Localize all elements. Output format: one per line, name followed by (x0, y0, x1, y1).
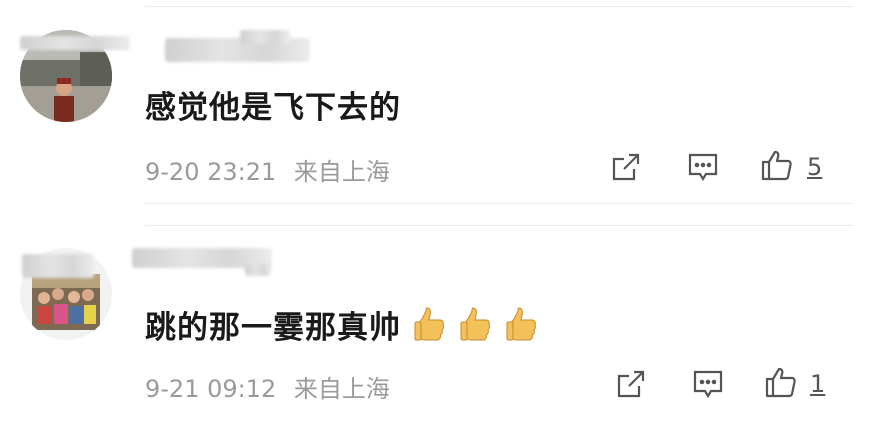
thumbs-up-emoji (459, 306, 493, 346)
thumbs-up-emoji (413, 306, 447, 346)
comment-item: 感觉他是飞下去的 9-20 23:21 来自上海 5 (0, 0, 886, 200)
username-redacted (240, 30, 290, 44)
username-redacted (20, 36, 130, 50)
timestamp: 9-20 23:21 (145, 158, 277, 186)
comment-text: 感觉他是飞下去的 (145, 90, 401, 126)
comment-icon[interactable] (691, 367, 725, 401)
username-redacted (22, 254, 94, 278)
comment-meta: 9-20 23:21 来自上海 (145, 152, 400, 187)
like-count[interactable]: 5 (807, 153, 822, 181)
like-icon[interactable] (764, 365, 798, 399)
location: 来自上海 (293, 375, 390, 403)
comment-divider (145, 225, 854, 226)
share-icon[interactable] (614, 367, 648, 401)
like-count[interactable]: 1 (810, 370, 825, 398)
thumbs-up-emoji (505, 306, 539, 346)
comment-icon[interactable] (686, 150, 720, 184)
comment-text: 跳的那一霎那真帅 (145, 302, 539, 347)
username-redacted (245, 264, 271, 276)
like-icon[interactable] (760, 148, 794, 182)
timestamp: 9-21 09:12 (145, 375, 277, 403)
location: 来自上海 (293, 158, 390, 186)
comment-meta: 9-21 09:12 来自上海 (145, 369, 400, 404)
comment-item: 跳的那一霎那真帅 9-21 09:12 来自上海 1 (0, 230, 886, 430)
share-icon[interactable] (609, 150, 643, 184)
comment-divider (145, 203, 854, 204)
